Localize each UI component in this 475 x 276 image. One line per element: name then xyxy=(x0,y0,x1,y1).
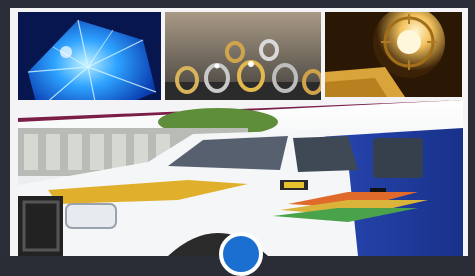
gold-vault-photo xyxy=(325,12,462,97)
gold-rings-photo xyxy=(165,12,321,106)
circle-badge-icon[interactable] xyxy=(219,232,263,276)
photo-collage-frame xyxy=(0,0,475,276)
